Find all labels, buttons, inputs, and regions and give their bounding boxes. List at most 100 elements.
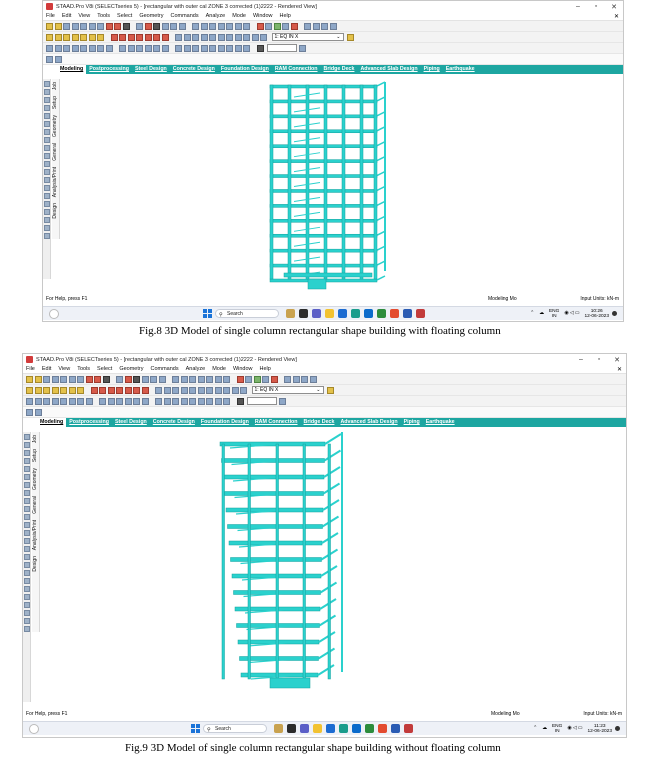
- select-inverse-icon[interactable]: [206, 397, 213, 405]
- view-right-icon[interactable]: [116, 386, 123, 394]
- view-left-icon[interactable]: [107, 386, 115, 394]
- menu-edit[interactable]: Edit: [62, 13, 71, 19]
- tab-postprocessing[interactable]: Postprocessing: [86, 65, 132, 74]
- view-top-icon[interactable]: [144, 33, 152, 41]
- query-icon[interactable]: [326, 386, 334, 394]
- tool-icon-25[interactable]: [24, 626, 30, 632]
- tool-icon-14[interactable]: [24, 538, 30, 544]
- rotate-y-icon[interactable]: [54, 44, 62, 52]
- menu-analyze[interactable]: Analyze: [206, 13, 226, 19]
- tab-earthquake[interactable]: Earthquake: [423, 418, 458, 427]
- print-icon[interactable]: [51, 375, 59, 383]
- window-cascade-icon[interactable]: [312, 22, 320, 30]
- close-button[interactable]: ✕: [608, 356, 626, 364]
- tool-icon-4[interactable]: [44, 105, 50, 111]
- select-plates-icon[interactable]: [43, 386, 50, 394]
- node-icon[interactable]: [192, 22, 199, 30]
- tab-concrete-design[interactable]: Concrete Design: [150, 418, 198, 427]
- close-button[interactable]: ✕: [605, 3, 623, 11]
- select-nodes-icon[interactable]: [46, 33, 53, 41]
- tab-piping[interactable]: Piping: [421, 65, 443, 74]
- tab-advanced-slab-design[interactable]: Advanced Slab Design: [337, 418, 400, 427]
- zoom-in-icon[interactable]: [183, 33, 191, 41]
- tool-icon-9[interactable]: [24, 498, 30, 504]
- surface-cursor-icon[interactable]: [153, 44, 160, 52]
- tab-ram-connection[interactable]: RAM Connection: [252, 418, 301, 427]
- new-view-icon[interactable]: [234, 33, 242, 41]
- tab-steel-design[interactable]: Steel Design: [112, 418, 150, 427]
- side-tab-geometry[interactable]: Geometry: [52, 112, 58, 140]
- plate-cursor-icon[interactable]: [116, 397, 123, 405]
- select-nodes-icon[interactable]: [26, 386, 33, 394]
- menu-geometry[interactable]: Geometry: [119, 366, 143, 372]
- solid-cursor-icon[interactable]: [144, 44, 152, 52]
- design-icon[interactable]: [253, 375, 261, 383]
- design-icon[interactable]: [273, 22, 281, 30]
- tool-icon-10[interactable]: [44, 153, 50, 159]
- select-surfaces-icon[interactable]: [60, 386, 67, 394]
- tab-foundation-design[interactable]: Foundation Design: [198, 418, 252, 427]
- tool-icon-14[interactable]: [44, 185, 50, 191]
- mirror-icon[interactable]: [234, 22, 242, 30]
- snap-grid-icon[interactable]: [77, 397, 84, 405]
- windows-start-icon[interactable]: [191, 724, 200, 733]
- menu-tools[interactable]: Tools: [77, 366, 90, 372]
- query-icon[interactable]: [346, 33, 354, 41]
- notification-icon[interactable]: [615, 726, 620, 731]
- table-icon[interactable]: [178, 22, 186, 30]
- copy-icon[interactable]: [88, 22, 96, 30]
- tab-foundation-design[interactable]: Foundation Design: [218, 65, 272, 74]
- surface-cursor-icon[interactable]: [133, 397, 140, 405]
- word-icon[interactable]: [391, 724, 400, 733]
- label-icon[interactable]: [141, 375, 149, 383]
- menu-commands[interactable]: Commands: [170, 13, 198, 19]
- excel-icon[interactable]: [377, 309, 386, 318]
- scroll-arrows-icon[interactable]: [279, 397, 286, 405]
- view-back-icon[interactable]: [99, 386, 106, 394]
- pointer-icon[interactable]: [102, 375, 110, 383]
- menu-select[interactable]: Select: [117, 13, 132, 19]
- zoom-window-icon[interactable]: [175, 33, 182, 41]
- chrome-icon[interactable]: [378, 724, 387, 733]
- label-icon[interactable]: [161, 22, 169, 30]
- tab-advanced-slab-design[interactable]: Advanced Slab Design: [357, 65, 420, 74]
- cut-icon[interactable]: [60, 375, 67, 383]
- select-missing-icon[interactable]: [234, 44, 242, 52]
- display-icon[interactable]: [133, 375, 140, 383]
- render-icon[interactable]: [124, 375, 132, 383]
- geometry-cursor-icon[interactable]: [141, 397, 149, 405]
- select-missing-icon[interactable]: [214, 397, 222, 405]
- view-left-icon[interactable]: [127, 33, 135, 41]
- wifi-volume-icon[interactable]: ◉ ◁ ▭: [567, 726, 582, 731]
- clock[interactable]: 11:23 12-06-2023: [587, 724, 612, 734]
- spin-right-icon[interactable]: [60, 397, 67, 405]
- select-line-icon[interactable]: [209, 44, 216, 52]
- plate-icon[interactable]: [209, 22, 216, 30]
- tool-icon-18[interactable]: [44, 217, 50, 223]
- view-top-icon[interactable]: [124, 386, 132, 394]
- dynamic-zoom-icon[interactable]: [197, 386, 205, 394]
- window-list-icon[interactable]: [301, 375, 308, 383]
- tool-icon-3[interactable]: [24, 450, 30, 456]
- structure-icon[interactable]: [150, 375, 157, 383]
- magnify-icon[interactable]: [260, 33, 267, 41]
- plate-cursor-icon[interactable]: [136, 44, 143, 52]
- tool-icon-11[interactable]: [44, 161, 50, 167]
- maximize-button[interactable]: ▫: [587, 3, 605, 11]
- excel-icon[interactable]: [365, 724, 374, 733]
- zoom-out-icon[interactable]: [172, 386, 179, 394]
- window-tile-icon[interactable]: [304, 22, 311, 30]
- spin-left-icon[interactable]: [51, 397, 59, 405]
- select-polygon-icon[interactable]: [180, 397, 188, 405]
- menu-mode[interactable]: Mode: [232, 13, 246, 19]
- report-icon[interactable]: [262, 375, 269, 383]
- view-front-icon[interactable]: [110, 33, 118, 41]
- tool-icon-6[interactable]: [44, 121, 50, 127]
- dynamic-zoom-icon[interactable]: [217, 33, 225, 41]
- tool-icon-7[interactable]: [24, 482, 30, 488]
- select-all-icon[interactable]: [68, 386, 76, 394]
- tab-modeling[interactable]: Modeling: [57, 65, 87, 74]
- tab-concrete-design[interactable]: Concrete Design: [170, 65, 218, 74]
- menu-edit[interactable]: Edit: [42, 366, 51, 372]
- select-group-icon[interactable]: [197, 397, 205, 405]
